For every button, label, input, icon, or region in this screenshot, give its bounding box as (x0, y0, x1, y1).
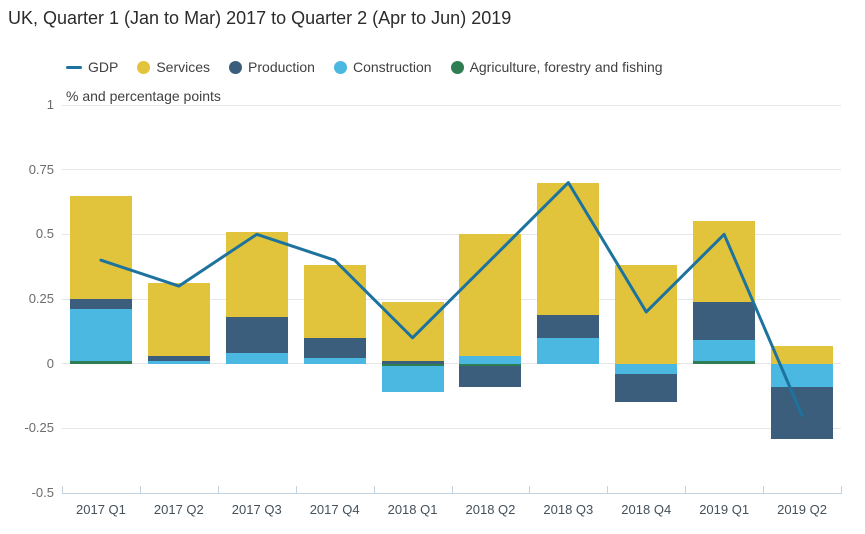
bar-segment-services-2019-q2[interactable] (771, 345, 834, 364)
x-axis-tick (451, 486, 453, 493)
legend-swatch-production-dot-icon (229, 60, 243, 74)
y-axis-label: 1 (46, 97, 54, 112)
legend-swatch-construction-dot-icon (333, 60, 347, 74)
bar-segment-construction-2019-q1[interactable] (693, 340, 756, 362)
y-axis-label: -0.5 (31, 485, 54, 500)
x-axis-label-2018-q1: 2018 Q1 (387, 502, 438, 517)
legend-label: Construction (352, 59, 432, 75)
bar-segment-agriculture-forestry-and-fishing-2017-q1[interactable] (69, 361, 132, 364)
bar-segment-services-2017-q1[interactable] (69, 195, 132, 299)
gridline-0.75 (62, 169, 841, 171)
bar-segment-construction-2017-q2[interactable] (147, 361, 210, 364)
x-axis-tick (841, 486, 842, 493)
legend-item-production[interactable]: Production (229, 59, 315, 75)
bar-segment-production-2018-q3[interactable] (537, 314, 600, 338)
bar-segment-production-2019-q2[interactable] (771, 386, 834, 439)
x-axis-tick (529, 486, 531, 493)
bar-segment-services-2017-q3[interactable] (225, 231, 288, 318)
legend-item-services[interactable]: Services (137, 59, 210, 75)
bar-segment-services-2018-q2[interactable] (459, 234, 522, 356)
bar-segment-construction-2018-q4[interactable] (615, 363, 678, 374)
x-axis-tick (763, 486, 765, 493)
bar-segment-services-2018-q4[interactable] (615, 265, 678, 364)
bar-segment-construction-2018-q1[interactable] (381, 366, 444, 393)
x-axis-tick (607, 486, 609, 493)
x-axis-tick (217, 486, 219, 493)
y-axis-label: 0 (46, 355, 54, 371)
legend-label: Production (248, 59, 315, 75)
bar-segment-services-2017-q4[interactable] (303, 265, 366, 338)
bar-segment-services-2018-q1[interactable] (381, 301, 444, 362)
x-axis-tick (295, 486, 297, 493)
legend-swatch-services-dot-icon (137, 60, 151, 74)
legend-label: Services (156, 59, 211, 75)
gridline-1 (62, 104, 841, 106)
bar-segment-production-2018-q1[interactable] (381, 361, 444, 364)
legend-item-gdp[interactable]: GDP (66, 59, 118, 75)
x-axis-tick (685, 486, 687, 493)
x-axis-label-2018-q4: 2018 Q4 (621, 502, 672, 517)
legend-swatch-agriculture-forestry-and-fishing-dot-icon (450, 60, 464, 74)
x-axis-label-2017-q3: 2017 Q3 (231, 502, 282, 517)
x-axis-label-2017-q4: 2017 Q4 (309, 502, 360, 517)
bar-segment-production-2018-q2[interactable] (459, 366, 522, 387)
y-axis-label: -0.25 (24, 420, 54, 436)
bar-segment-construction-2019-q2[interactable] (771, 363, 834, 387)
x-axis-label-2017-q1: 2017 Q1 (76, 502, 126, 517)
bar-segment-production-2017-q4[interactable] (303, 337, 366, 359)
bar-segment-production-2019-q1[interactable] (693, 301, 756, 341)
bar-segment-services-2017-q2[interactable] (147, 283, 210, 356)
chart-legend: GDP Services Production Construction Agricul… (66, 59, 663, 75)
y-axis-label: 0.75 (28, 161, 54, 177)
gdp-contributions-chart: UK, Quarter 1 (Jan to Mar) 2017 to Quart… (0, 0, 865, 534)
x-axis-label-2019-q2: 2019 Q2 (777, 502, 827, 517)
bar-segment-agriculture-forestry-and-fishing-2019-q1[interactable] (693, 361, 756, 364)
bar-segment-construction-2017-q3[interactable] (225, 353, 288, 364)
bar-segment-production-2017-q2[interactable] (147, 355, 210, 362)
y-axis-label: 0.5 (35, 226, 54, 242)
bar-segment-services-2018-q3[interactable] (537, 182, 600, 315)
bar-segment-production-2017-q1[interactable] (69, 299, 132, 310)
chart-unit-label: % and percentage points (66, 88, 221, 104)
bar-segment-construction-2018-q3[interactable] (537, 337, 600, 364)
legend-swatch-gdp-line-icon (66, 65, 82, 69)
bar-segment-production-2017-q3[interactable] (225, 317, 288, 354)
chart-title: UK, Quarter 1 (Jan to Mar) 2017 to Quart… (8, 8, 512, 28)
bar-segment-construction-2017-q1[interactable] (69, 309, 132, 362)
x-axis-tick (373, 486, 375, 493)
gridline--0.25 (62, 427, 841, 429)
legend-item-agriculture-forestry-and-fishing[interactable]: Agriculture, forestry and fishing (450, 59, 663, 75)
x-axis-tick (139, 486, 141, 493)
bar-segment-construction-2018-q2[interactable] (459, 355, 522, 364)
x-axis-label-2018-q2: 2018 Q2 (465, 502, 516, 517)
bar-segment-construction-2017-q4[interactable] (303, 358, 366, 364)
x-axis-label-2019-q1: 2019 Q1 (699, 502, 750, 517)
legend-label: Agriculture, forestry and fishing (469, 59, 663, 75)
x-axis-label-2018-q3: 2018 Q3 (543, 502, 594, 517)
x-axis-tick (62, 486, 63, 493)
legend-item-construction[interactable]: Construction (333, 59, 432, 75)
y-axis-label: 0.25 (28, 291, 54, 306)
bar-segment-services-2019-q1[interactable] (693, 221, 756, 302)
x-axis-line (62, 493, 842, 494)
bar-segment-production-2018-q4[interactable] (615, 374, 678, 403)
x-axis-label-2017-q2: 2017 Q2 (153, 502, 204, 517)
legend-label: GDP (88, 59, 119, 75)
